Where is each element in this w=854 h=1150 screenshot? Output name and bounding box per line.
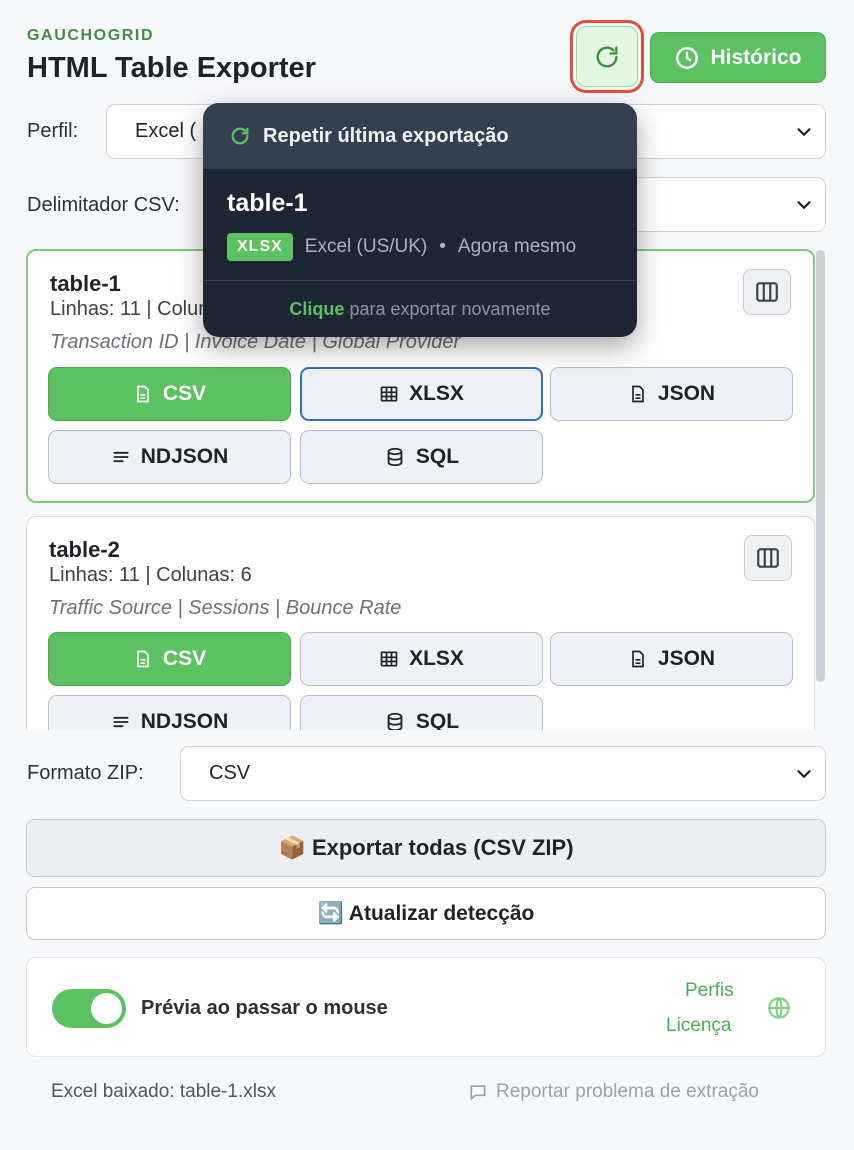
hover-preview-label: Prévia ao passar o mouse	[141, 997, 388, 1019]
table-columns: Traffic Source | Sessions | Bounce Rate	[49, 597, 402, 619]
table-name: table-1	[50, 271, 121, 296]
zip-format-label: Formato ZIP:	[27, 762, 144, 784]
table-meta: Linhas: 11 | Colunas: 6	[49, 564, 252, 586]
zip-format-select[interactable]: CSV	[180, 746, 826, 801]
export-xlsx-button[interactable]: XLSX	[300, 367, 543, 421]
list-scrollbar[interactable]	[816, 250, 825, 682]
export-json-button[interactable]: JSON	[550, 367, 793, 421]
table-card: table-2 Linhas: 11 | Colunas: 6 Traffic …	[26, 516, 815, 730]
profiles-link[interactable]: Perfis	[685, 980, 734, 1002]
popover-heading: Repetir última exportação	[263, 124, 509, 147]
export-sql-button[interactable]: SQL	[300, 695, 543, 730]
export-csv-button[interactable]: CSV	[48, 632, 291, 686]
chevron-down-icon	[797, 127, 811, 136]
file-icon	[137, 385, 149, 403]
file-icon	[137, 650, 149, 668]
export-json-button[interactable]: JSON	[550, 632, 793, 686]
page-title: HTML Table Exporter	[27, 52, 316, 84]
file-icon	[632, 385, 644, 403]
table-grid-icon	[380, 651, 398, 667]
export-all-zip-button[interactable]: 📦 Exportar todas (CSV ZIP)	[26, 819, 826, 877]
database-icon	[387, 712, 403, 730]
popover-details: XLSX Excel (US/UK) • Agora mesmo	[227, 233, 576, 261]
chevron-down-icon	[797, 200, 811, 209]
export-ndjson-button[interactable]: NDJSON	[48, 430, 291, 484]
refresh-icon	[231, 127, 249, 145]
zip-format-value: CSV	[209, 762, 251, 784]
popover-time: Agora mesmo	[457, 236, 577, 257]
repeat-export-popover[interactable]: Repetir última exportação table-1 XLSX E…	[203, 103, 637, 337]
export-xlsx-button[interactable]: XLSX	[300, 632, 543, 686]
popover-profile: Excel (US/UK)	[304, 236, 428, 257]
refresh-icon	[596, 46, 618, 68]
delimiter-label: Delimitador CSV:	[27, 194, 180, 216]
format-badge: XLSX	[227, 233, 293, 261]
clock-icon	[676, 46, 699, 69]
database-icon	[387, 447, 403, 467]
columns-icon	[757, 548, 779, 568]
globe-icon[interactable]	[766, 995, 792, 1021]
history-button[interactable]: Histórico	[650, 32, 826, 83]
refresh-detection-button[interactable]: 🔄 Atualizar detecção	[26, 887, 826, 940]
comment-icon	[470, 1085, 486, 1101]
repeat-last-export-button[interactable]	[576, 26, 638, 87]
column-selector-button[interactable]	[743, 269, 791, 315]
history-label: Histórico	[710, 45, 802, 69]
report-problem-link[interactable]: Reportar problema de extração	[468, 1081, 759, 1103]
popover-header: Repetir última exportação	[203, 103, 637, 169]
table-name: table-2	[49, 537, 120, 562]
delimiter-select[interactable]	[610, 177, 826, 232]
export-csv-button[interactable]: CSV	[48, 367, 291, 421]
columns-icon	[756, 282, 778, 302]
profile-label: Perfil:	[27, 120, 79, 142]
export-ndjson-button[interactable]: NDJSON	[48, 695, 291, 730]
file-icon	[632, 650, 644, 668]
preferences-panel: Prévia ao passar o mouse Perfis Licença	[26, 957, 826, 1057]
popover-divider	[203, 280, 637, 281]
status-text: Excel baixado: table-1.xlsx	[51, 1081, 276, 1102]
separator-dot: •	[439, 236, 446, 257]
popover-footer: Clique para exportar novamente	[289, 299, 551, 319]
lines-icon	[113, 716, 129, 728]
table-grid-icon	[380, 386, 398, 402]
profile-select-value: Excel (	[135, 120, 197, 142]
chevron-down-icon	[797, 769, 811, 778]
popover-table-name: table-1	[227, 189, 308, 217]
brand-label: GAUCHOGRID	[27, 27, 155, 44]
license-link[interactable]: Licença	[666, 1015, 732, 1037]
lines-icon	[113, 451, 129, 463]
export-sql-button[interactable]: SQL	[300, 430, 543, 484]
hover-preview-toggle[interactable]	[52, 989, 126, 1028]
toggle-knob	[91, 993, 122, 1024]
column-selector-button[interactable]	[744, 535, 792, 581]
